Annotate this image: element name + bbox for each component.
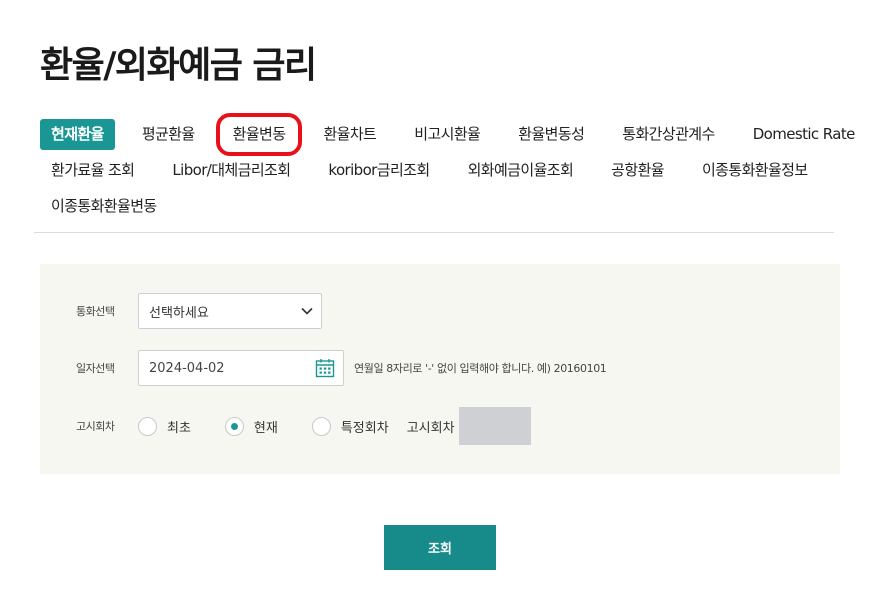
specific-round-label: 고시회차 bbox=[406, 420, 455, 436]
currency-select[interactable]: 선택하세요 bbox=[138, 293, 322, 329]
calendar-icon[interactable] bbox=[315, 358, 335, 378]
tab-exchange-commission[interactable]: 환가료율 조회 bbox=[40, 155, 145, 186]
query-button[interactable]: 조회 bbox=[384, 525, 496, 570]
currency-row: 통화선택 선택하세요 bbox=[40, 293, 322, 329]
currency-select-value: 선택하세요 bbox=[149, 305, 209, 321]
radio-current[interactable]: 현재 bbox=[224, 416, 278, 436]
tab-cross-rate-info[interactable]: 이종통화환율정보 bbox=[691, 155, 819, 186]
date-label: 일자선택 bbox=[76, 362, 115, 375]
round-label: 고시회차 bbox=[76, 420, 115, 433]
tab-rate-volatility[interactable]: 환율변동성 bbox=[507, 119, 595, 150]
tab-currency-correlation[interactable]: 통화간상관계수 bbox=[611, 119, 725, 150]
radio-specific[interactable]: 특정회차 bbox=[311, 416, 389, 436]
radio-specific-label: 특정회차 bbox=[340, 420, 389, 436]
tab-row-3: 이종통화환율변동 bbox=[40, 190, 840, 223]
date-row: 일자선택 연월일 8자리로 '-' 없이 입력해야 합니다. 예) 201 bbox=[40, 350, 607, 386]
round-row: 고시회차 최초 현재 특정회차 고시회차 bbox=[40, 407, 531, 445]
radio-first-circle[interactable] bbox=[138, 416, 157, 436]
radio-current-circle[interactable] bbox=[224, 416, 244, 436]
tab-rate-change[interactable]: 환율변동 bbox=[215, 113, 303, 156]
tab-row-2: 환가료율 조회 Libor/대체금리조회 koribor금리조회 외화예금이율조… bbox=[40, 154, 840, 187]
date-input[interactable] bbox=[149, 360, 299, 376]
radio-specific-circle[interactable] bbox=[311, 416, 331, 436]
page-title: 환율/외화예금 금리 bbox=[40, 45, 317, 86]
tab-current-rate[interactable]: 현재환율 bbox=[40, 119, 115, 150]
round-radio-group: 최초 현재 특정회차 고시회차 bbox=[138, 407, 531, 445]
tab-koribor-rate[interactable]: koribor금리조회 bbox=[317, 155, 440, 186]
tab-non-posted-rate[interactable]: 비고시환율 bbox=[403, 119, 491, 150]
tab-fx-deposit-rate[interactable]: 외화예금이율조회 bbox=[457, 155, 585, 186]
date-field bbox=[138, 350, 344, 386]
specific-round-input[interactable] bbox=[458, 407, 531, 445]
tab-cross-rate-change[interactable]: 이종통화환율변동 bbox=[40, 191, 168, 222]
radio-first[interactable]: 최초 bbox=[138, 416, 191, 436]
divider bbox=[34, 232, 834, 233]
chevron-down-icon bbox=[301, 305, 313, 318]
search-panel: 통화선택 선택하세요 일자선택 2024-04-02 연월일 8자리로 '-' … bbox=[40, 264, 840, 474]
currency-label: 통화선택 bbox=[76, 305, 115, 318]
radio-selected-dot bbox=[230, 422, 238, 430]
tab-airport-rate[interactable]: 공항환율 bbox=[600, 155, 675, 186]
radio-current-label: 현재 bbox=[253, 420, 278, 436]
radio-first-label: 최초 bbox=[167, 420, 191, 436]
tab-bar: 현재환율 평균환율 환율변동 환율차트 비고시환율 환율변동성 통화간상관계수 … bbox=[40, 113, 855, 226]
tab-average-rate[interactable]: 평균환율 bbox=[131, 119, 206, 150]
date-hint: 연월일 8자리로 '-' 없이 입력해야 합니다. 예) 20160101 bbox=[354, 362, 607, 375]
tab-libor-rate[interactable]: Libor/대체금리조회 bbox=[161, 155, 301, 186]
tab-rate-chart[interactable]: 환율차트 bbox=[312, 119, 387, 150]
tab-domestic-rate[interactable]: Domestic Rate bbox=[742, 119, 866, 150]
tab-row-1: 현재환율 평균환율 환율변동 환율차트 비고시환율 환율변동성 통화간상관계수 … bbox=[40, 113, 855, 156]
